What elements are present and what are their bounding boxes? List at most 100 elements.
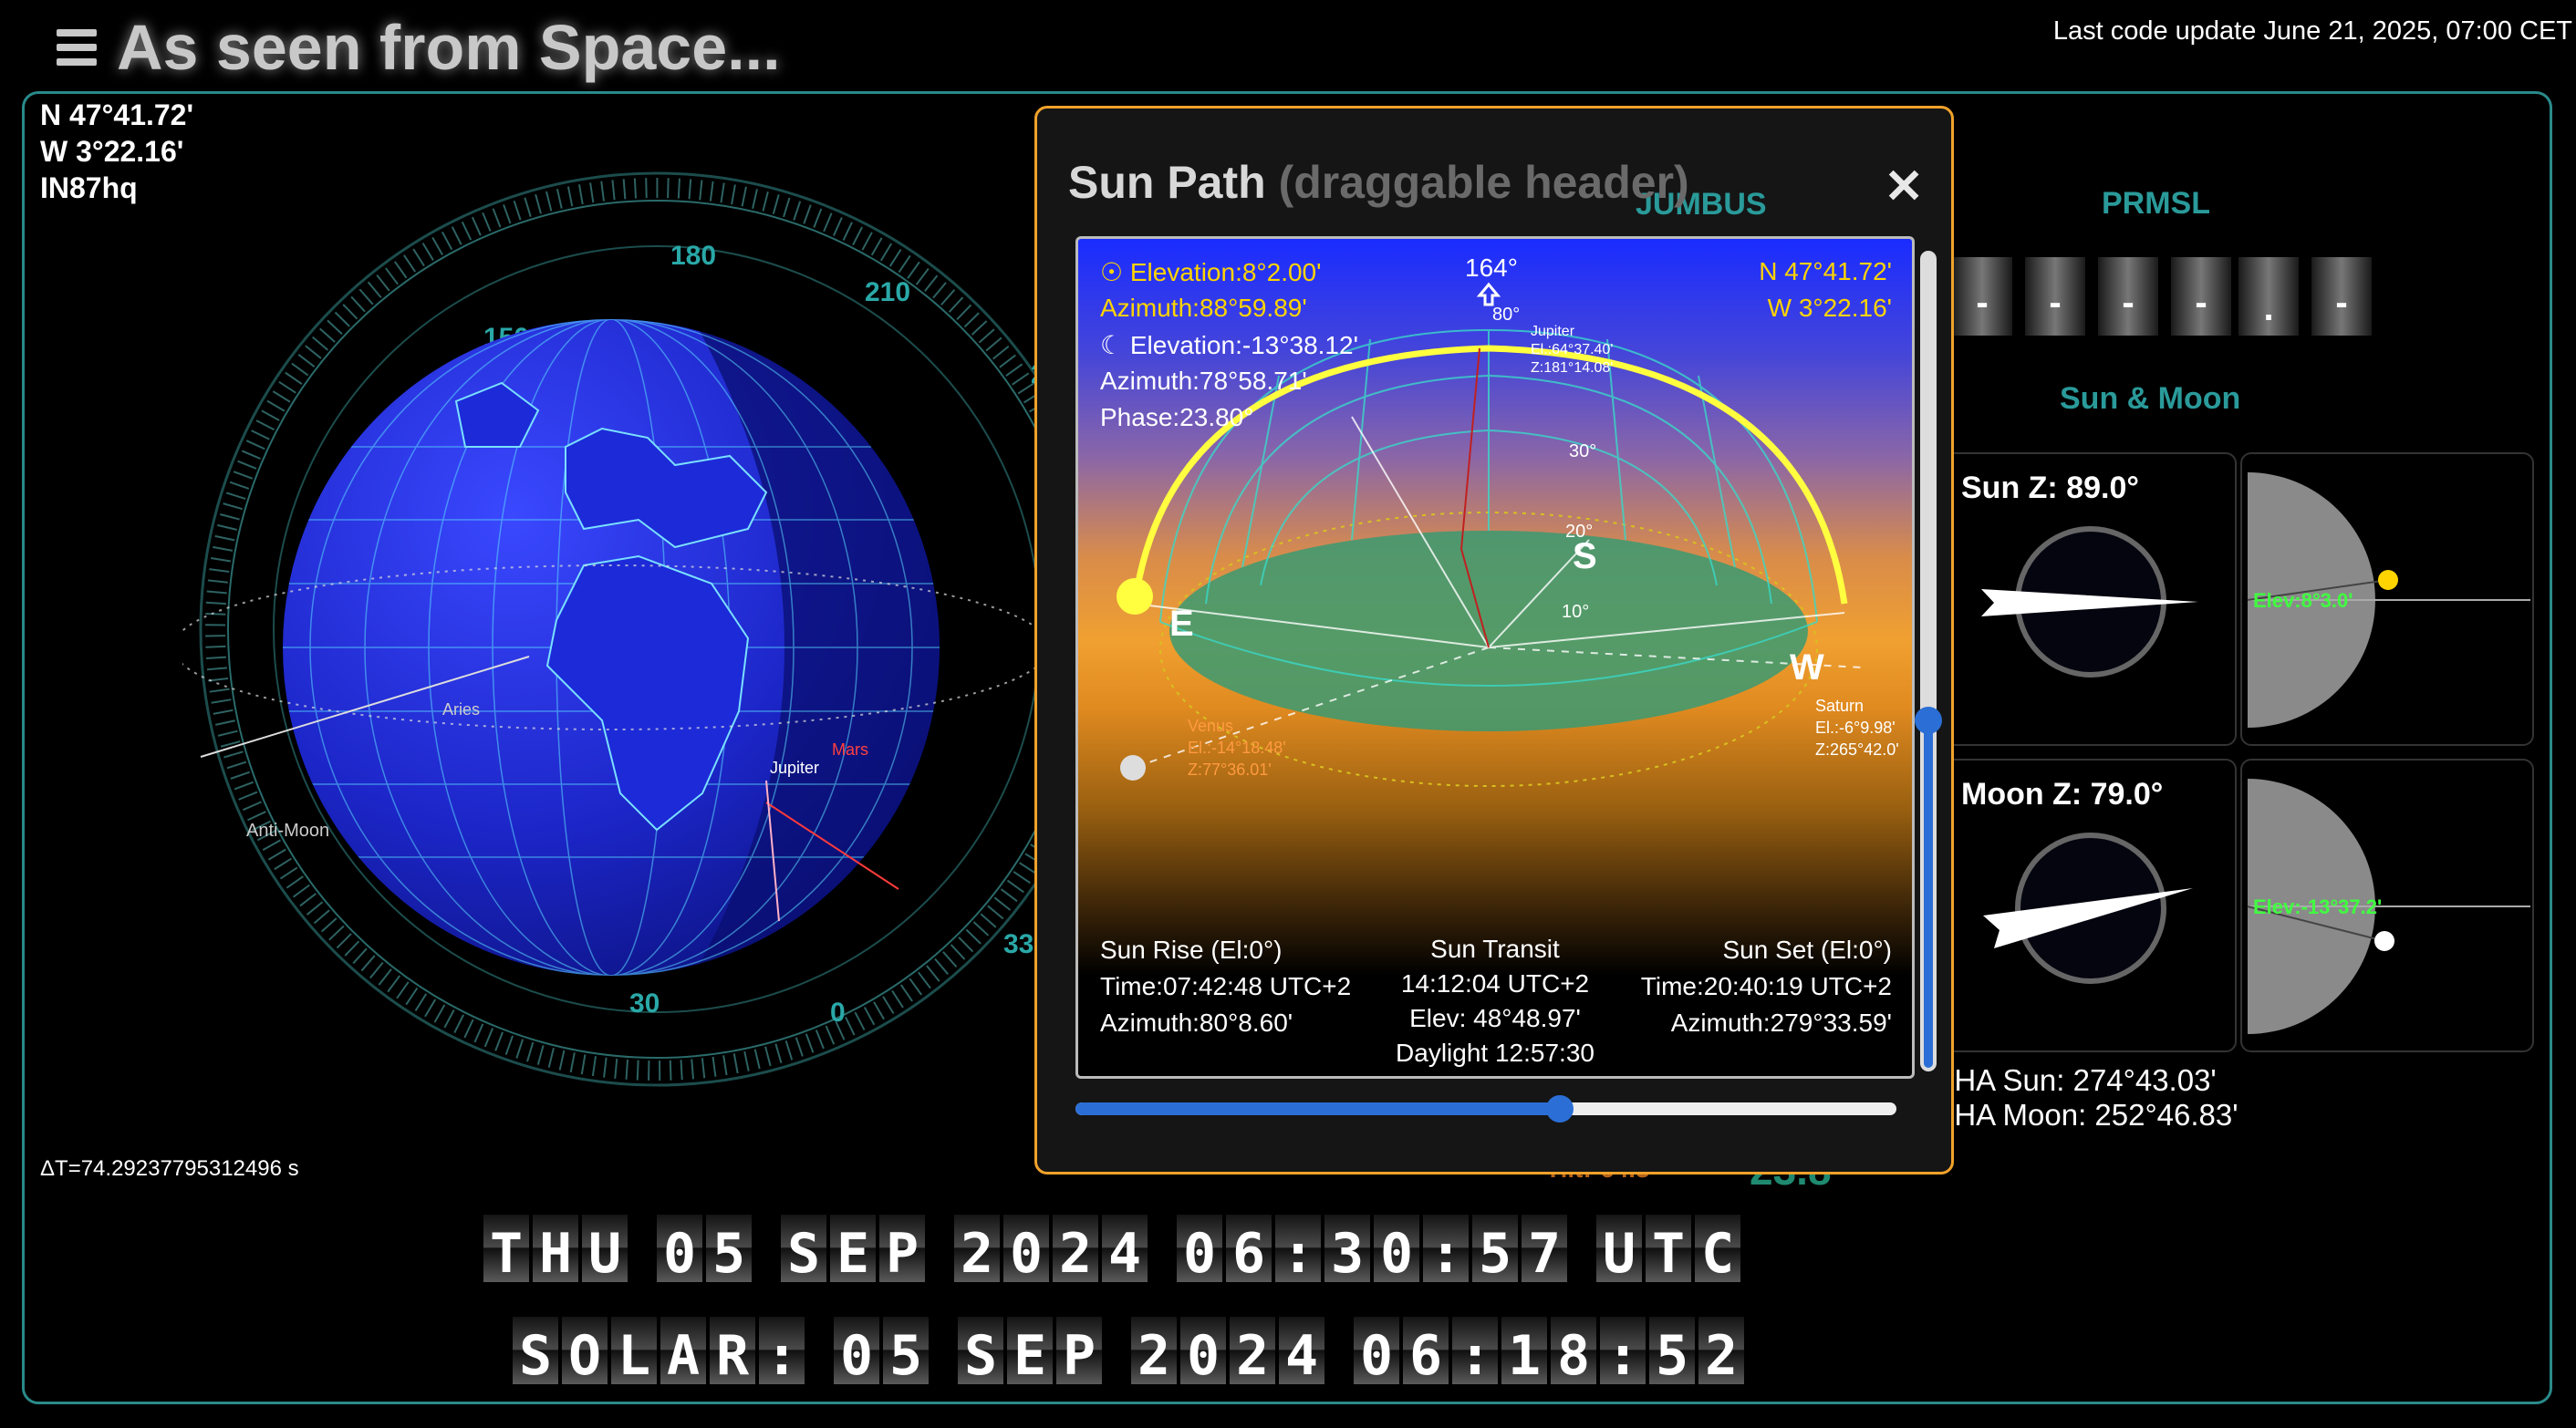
- anti-moon-label: Anti-Moon: [246, 821, 329, 841]
- clock-digit: [1328, 1317, 1350, 1384]
- close-icon[interactable]: ✕: [1884, 160, 1924, 214]
- clock-digit: P: [1056, 1317, 1102, 1388]
- sunrise-time: Time:07:42:48 UTC+2: [1100, 972, 1352, 1000]
- clock-digit: 2: [1230, 1317, 1275, 1388]
- clock-digit: :: [1275, 1215, 1321, 1286]
- time-slider-fill: [1075, 1102, 1560, 1115]
- jupiter-el: El.:64°37.40': [1531, 342, 1614, 357]
- clock-digit: :: [1600, 1317, 1646, 1388]
- clock-digit: :: [759, 1317, 805, 1388]
- moon-azimuth-card: Moon Z: 79.0°: [1943, 759, 2237, 1052]
- sunset-info: Sun Set (El:0°) Time:20:40:19 UTC+2 Azim…: [1641, 932, 1892, 1041]
- time-slider-handle[interactable]: [1546, 1095, 1574, 1123]
- clock-digit: 0: [1180, 1317, 1226, 1388]
- solar-clock: SOLAR: 05 SEP 2024 06:18:52: [513, 1317, 1744, 1388]
- clock-digit: 6: [1226, 1215, 1272, 1286]
- sun-moon-heading: Sun & Moon: [2060, 381, 2241, 416]
- clock-digit: H: [533, 1215, 578, 1286]
- longitude-text: W 3°22.16': [1767, 294, 1892, 322]
- clock-digit: R: [710, 1317, 755, 1388]
- clock-digit: U: [582, 1215, 628, 1286]
- sun-path-dialog[interactable]: JUMBUS Sun Path (draggable header) ✕ ☉ E…: [1034, 106, 1954, 1174]
- clock-digit: E: [830, 1215, 876, 1286]
- clock-digit: A: [660, 1317, 706, 1388]
- bezel-label: 0: [830, 998, 846, 1028]
- prmsl-digit: -: [2171, 257, 2231, 336]
- clock-digit: [932, 1317, 954, 1384]
- bezel-label: 30: [629, 988, 660, 1019]
- clock-digit: 5: [706, 1215, 752, 1286]
- clock-digit: 2: [1053, 1215, 1098, 1286]
- clock-digit: S: [958, 1317, 1003, 1388]
- moon-compass-icon: [1983, 833, 2193, 984]
- globe-view[interactable]: 1802102401501209060300330 Anti-Moon Arie…: [182, 164, 1076, 1149]
- moon-elevation-text: ☾ Elevation:-13°38.12': [1100, 331, 1358, 359]
- transit-info: Sun Transit 14:12:04 UTC+2 Elev: 48°48.9…: [1352, 932, 1638, 1071]
- elevation-slider-handle[interactable]: [1915, 707, 1942, 734]
- app-title: As seen from Space...: [117, 12, 781, 83]
- jupiter-label: Jupiter: [770, 759, 819, 777]
- clock-digit: [755, 1215, 777, 1282]
- locator-text: IN87hq: [40, 171, 138, 204]
- hamburger-menu-icon[interactable]: [57, 29, 97, 66]
- saturn-el: El.:-6°9.98': [1815, 719, 1896, 737]
- east-label: E: [1169, 604, 1194, 644]
- prmsl-digit: -: [2098, 257, 2158, 336]
- sun-compass-icon: [1981, 526, 2198, 678]
- venus-marker: [1120, 755, 1146, 781]
- venus-z: Z:77°36.01': [1188, 761, 1272, 779]
- lha-sun-text: LHA Sun: 274°43.03': [1937, 1063, 2217, 1097]
- clock-digit: U: [1596, 1215, 1642, 1286]
- dialog-header[interactable]: Sun Path (draggable header): [1068, 156, 1689, 209]
- clock-digit: [1151, 1215, 1173, 1282]
- transit-time: 14:12:04 UTC+2: [1400, 969, 1590, 998]
- sun-elevation-card: Elev:8°3.0': [2240, 452, 2534, 746]
- delta-t-text: ΔT=74.29237795312496 s: [40, 1156, 299, 1181]
- clock-digit: 1: [1501, 1317, 1547, 1388]
- saturn-label: Saturn: [1815, 697, 1864, 715]
- clock-digit: T: [1646, 1215, 1691, 1286]
- clock-digit: E: [1007, 1317, 1053, 1388]
- jupiter-info: Jupiter El.:64°37.40' Z:181°14.08': [1531, 323, 1613, 378]
- clock-digit: 5: [1472, 1215, 1518, 1286]
- clock-digit: 5: [883, 1317, 929, 1388]
- prmsl-digit: -: [2311, 257, 2372, 336]
- prmsl-heading: PRMSL: [2102, 186, 2210, 221]
- sun-path-diagram[interactable]: ☉ Elevation:8°2.00' Azimuth:88°59.89' ☾ …: [1075, 236, 1915, 1079]
- sunrise-azimuth: Azimuth:80°8.60': [1100, 1009, 1293, 1037]
- sunset-azimuth: Azimuth:279°33.59': [1670, 1009, 1892, 1037]
- clock-digit: [631, 1215, 653, 1282]
- clock-digit: 2: [1698, 1317, 1744, 1388]
- clock-digit: :: [1423, 1215, 1469, 1286]
- clock-digit: P: [879, 1215, 925, 1286]
- moon-azimuth-text: Azimuth:78°58.71': [1100, 367, 1307, 395]
- clock-digit: :: [1452, 1317, 1498, 1388]
- sun-marker: [1117, 578, 1153, 615]
- elevation-slider-fill: [1924, 721, 1933, 1068]
- sunrise-title: Sun Rise (El:0°): [1100, 936, 1283, 964]
- jupiter-label: Jupiter: [1531, 324, 1575, 339]
- venus-label: Venus: [1188, 717, 1234, 735]
- clock-digit: 0: [1003, 1215, 1049, 1286]
- sunset-time: Time:20:40:19 UTC+2: [1640, 972, 1892, 1000]
- clock-digit: 8: [1551, 1317, 1596, 1388]
- position-block: N 47°41.72' W 3°22.16' IN87hq: [40, 97, 193, 206]
- jupiter-z: Z:181°14.08': [1531, 360, 1614, 376]
- clock-digit: 0: [657, 1215, 702, 1286]
- clock-digit: T: [483, 1215, 529, 1286]
- moon-phase-text: Phase:23.80°: [1100, 403, 1254, 431]
- latitude-text: N 47°41.72': [40, 98, 194, 131]
- clock-digit: S: [781, 1215, 826, 1286]
- clock-digit: [1106, 1317, 1127, 1384]
- sun-azimuth-card: Sun Z: 89.0°: [1943, 452, 2237, 746]
- prmsl-digit: -: [1952, 257, 2012, 336]
- sun-azimuth-text: Azimuth:88°59.89': [1100, 294, 1307, 322]
- utc-clock: THU 05 SEP 2024 06:30:57 UTC: [483, 1215, 1740, 1286]
- clock-digit: [808, 1317, 830, 1384]
- clock-digit: 4: [1279, 1317, 1324, 1388]
- heading-text: 164°: [1465, 254, 1518, 282]
- clock-digit: 2: [1131, 1317, 1177, 1388]
- moon-elevation-card: Elev:-13°37.2': [2240, 759, 2534, 1052]
- sunrise-info: Sun Rise (El:0°) Time:07:42:48 UTC+2 Azi…: [1100, 932, 1351, 1041]
- clock-digit: [929, 1215, 950, 1282]
